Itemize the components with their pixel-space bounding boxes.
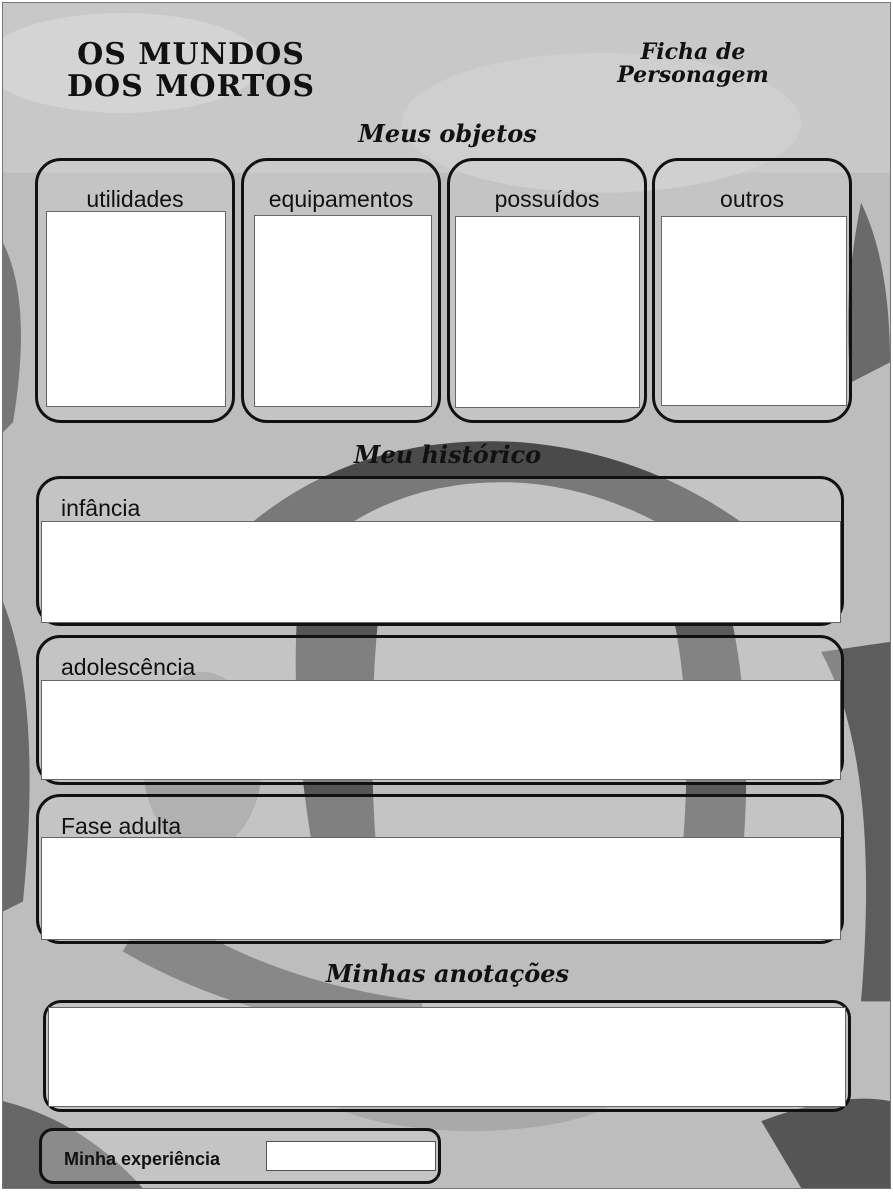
history-box-label: adolescência <box>61 654 196 680</box>
possessed-field[interactable] <box>455 216 640 408</box>
objects-box-others: outros <box>652 158 852 423</box>
notes-section-title: Minhas anotações <box>325 959 570 988</box>
history-box-label: infância <box>61 495 141 521</box>
history-box-adulthood: Fase adulta <box>36 794 844 944</box>
objects-box-utilities: utilidades <box>35 158 235 423</box>
experience-box: Minha experiência <box>39 1128 441 1184</box>
objects-box-label: possuídos <box>494 186 600 212</box>
history-section-title: Meu histórico <box>353 440 542 469</box>
experience-input[interactable] <box>266 1141 436 1171</box>
history-box-adolescence: adolescência <box>36 635 844 785</box>
history-box-label: Fase adulta <box>61 813 182 839</box>
equipment-field[interactable] <box>254 215 432 407</box>
adulthood-field[interactable] <box>41 837 841 940</box>
experience-label: Minha experiência <box>64 1149 221 1169</box>
game-title: OS MUNDOS DOS MORTOS <box>51 39 331 102</box>
sheet-title: Ficha de Personagem <box>573 39 813 89</box>
game-title-line1: OS MUNDOS <box>77 37 305 72</box>
objects-box-equipment: equipamentos <box>241 158 441 423</box>
game-title-line2: DOS MORTOS <box>66 68 316 104</box>
objects-box-label: outros <box>720 186 784 212</box>
objects-box-possessed: possuídos <box>447 158 647 423</box>
objects-section-title: Meus objetos <box>358 119 537 148</box>
adolescence-field[interactable] <box>41 680 841 780</box>
others-field[interactable] <box>661 216 847 406</box>
utilities-field[interactable] <box>46 211 226 407</box>
objects-box-label: utilidades <box>86 186 184 212</box>
notes-field[interactable] <box>48 1007 846 1107</box>
history-box-childhood: infância <box>36 476 844 626</box>
sheet-title-line1: Ficha de <box>640 39 746 65</box>
objects-box-label: equipamentos <box>268 186 414 212</box>
childhood-field[interactable] <box>41 521 841 623</box>
character-sheet-page: OS MUNDOS DOS MORTOS Ficha de Personagem… <box>2 2 891 1189</box>
notes-box <box>43 1000 851 1112</box>
sheet-title-line2: Personagem <box>617 62 769 89</box>
